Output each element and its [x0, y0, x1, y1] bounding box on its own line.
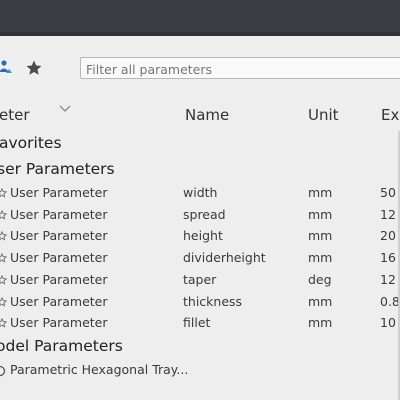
group-favorites[interactable]: avorites	[0, 134, 62, 152]
user-parameter-row[interactable]: User Parameter fillet mm 10 m	[0, 312, 400, 333]
parameter-unit[interactable]: mm	[308, 315, 332, 330]
parameter-type: User Parameter	[10, 315, 108, 331]
component-icon	[0, 365, 6, 380]
parameter-name[interactable]: height	[183, 228, 223, 243]
star-outline-icon[interactable]	[0, 273, 8, 288]
star-outline-icon[interactable]	[0, 229, 8, 244]
user-parameter-row[interactable]: User Parameter spread mm 12 m	[0, 204, 400, 225]
user-parameter-row[interactable]: User Parameter dividerheight mm 16 m	[0, 247, 400, 268]
parameter-type: User Parameter	[10, 206, 108, 222]
star-outline-icon[interactable]	[0, 316, 8, 331]
column-header-name[interactable]: Name	[185, 106, 229, 124]
parameter-expression[interactable]: 10 m	[380, 315, 400, 330]
window-title-bar	[0, 0, 400, 36]
star-icon[interactable]	[25, 59, 43, 81]
parameter-unit[interactable]: mm	[308, 294, 332, 309]
user-parameter-row[interactable]: User Parameter taper deg 12 d	[0, 269, 400, 290]
parameter-name[interactable]: dividerheight	[183, 250, 266, 265]
model-item-label: Parametric Hexagonal Tray...	[10, 362, 189, 377]
parameter-expression[interactable]: 0.8	[380, 294, 400, 309]
user-parameter-row[interactable]: User Parameter width mm 50 m	[0, 182, 400, 203]
group-model-parameters[interactable]: odel Parameters	[0, 337, 123, 355]
user-parameter-row[interactable]: User Parameter thickness mm 0.8	[0, 291, 400, 312]
sort-chevron-icon[interactable]	[59, 98, 71, 117]
parameter-unit[interactable]: mm	[308, 250, 332, 265]
star-outline-icon[interactable]	[0, 186, 8, 201]
column-header-unit[interactable]: Unit	[308, 106, 339, 124]
parameter-expression[interactable]: 12 d	[380, 272, 400, 287]
star-outline-icon[interactable]	[0, 251, 8, 266]
user-parameters-icon[interactable]	[0, 58, 14, 80]
parameter-unit[interactable]: mm	[308, 207, 332, 222]
parameter-type: User Parameter	[10, 271, 108, 287]
parameter-name[interactable]: fillet	[183, 315, 210, 330]
parameter-unit[interactable]: mm	[308, 228, 332, 243]
parameter-name[interactable]: spread	[183, 207, 226, 222]
star-outline-icon[interactable]	[0, 295, 8, 310]
parameter-expression[interactable]: 16 m	[380, 250, 400, 265]
user-parameter-row[interactable]: User Parameter height mm 20 m	[0, 225, 400, 246]
parameter-type: User Parameter	[10, 228, 108, 244]
star-outline-icon[interactable]	[0, 208, 8, 223]
parameter-expression[interactable]: 20 m	[380, 228, 400, 243]
parameter-name[interactable]: thickness	[183, 294, 242, 309]
parameter-name[interactable]: taper	[183, 272, 216, 287]
column-header-parameter[interactable]: eter	[0, 106, 30, 124]
parameter-unit[interactable]: deg	[308, 272, 332, 287]
parameter-type: User Parameter	[10, 250, 108, 266]
parameter-expression[interactable]: 50 m	[380, 185, 400, 200]
parameter-unit[interactable]: mm	[308, 185, 332, 200]
column-header-expression[interactable]: Exp	[381, 106, 400, 124]
parameter-name[interactable]: width	[183, 185, 217, 200]
parameter-type: User Parameter	[10, 293, 108, 309]
parameter-type: User Parameter	[10, 185, 108, 200]
filter-parameters-input[interactable]	[80, 57, 400, 79]
group-user-parameters[interactable]: ser Parameters	[0, 160, 115, 178]
parameter-expression[interactable]: 12 m	[380, 207, 400, 222]
